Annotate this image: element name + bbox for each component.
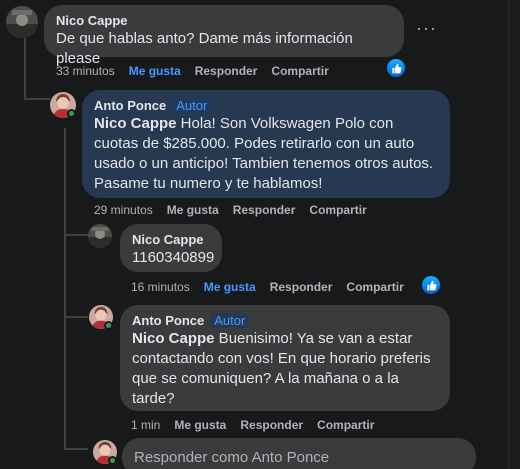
comment-actions: 33 minutos Me gusta Responder Compartir xyxy=(56,64,329,78)
thread-line xyxy=(64,448,88,450)
reply-input[interactable]: Responder como Anto Ponce xyxy=(122,438,476,469)
like-button[interactable]: Me gusta xyxy=(174,418,226,432)
comment-author[interactable]: Nico Cappe xyxy=(132,232,204,247)
share-button[interactable]: Compartir xyxy=(346,280,403,294)
comment-text: Nico Cappe Buenisimo! Ya se van a estar … xyxy=(132,329,438,409)
thread-line xyxy=(24,38,26,100)
thumbs-up-icon[interactable] xyxy=(387,59,405,77)
comment-actions: 29 minutos Me gusta Responder Compartir xyxy=(94,203,367,217)
comment-time[interactable]: 1 min xyxy=(131,418,160,432)
reply-button[interactable]: Responder xyxy=(240,418,303,432)
author-badge: Autor xyxy=(210,313,250,328)
scrollbar[interactable] xyxy=(508,0,520,469)
comment-time[interactable]: 33 minutos xyxy=(56,64,115,78)
comment-author[interactable]: Anto Ponce xyxy=(132,313,204,328)
thread-line xyxy=(64,316,88,318)
share-button[interactable]: Compartir xyxy=(317,418,374,432)
comment-text: 1160340899 xyxy=(132,249,215,266)
like-button[interactable]: Me gusta xyxy=(204,280,256,294)
comment-time[interactable]: 16 minutos xyxy=(131,280,190,294)
mention-link[interactable]: Nico Cappe xyxy=(132,330,215,347)
comment-text: Nico Cappe Hola! Son Volkswagen Polo con… xyxy=(94,114,438,194)
comment-bubble: Nico Cappe De que hablas anto? Dame más … xyxy=(44,5,404,67)
online-status-indicator xyxy=(67,109,76,118)
like-button[interactable]: Me gusta xyxy=(129,64,181,78)
reply-button[interactable]: Responder xyxy=(233,203,296,217)
thumbs-up-icon[interactable] xyxy=(422,276,440,294)
comment-text: De que hablas anto? Dame más información… xyxy=(56,30,353,67)
online-status-indicator xyxy=(108,456,117,465)
mention-link[interactable]: Nico Cappe xyxy=(94,115,177,132)
avatar[interactable] xyxy=(88,224,112,248)
author-badge: Autor xyxy=(172,98,212,113)
share-button[interactable]: Compartir xyxy=(271,64,328,78)
comment-author[interactable]: Nico Cappe xyxy=(56,13,128,28)
comment-time[interactable]: 29 minutos xyxy=(94,203,153,217)
comment-bubble: Anto Ponce Autor Nico Cappe Hola! Son Vo… xyxy=(82,90,450,198)
comment-author[interactable]: Anto Ponce xyxy=(94,98,166,113)
reply-button[interactable]: Responder xyxy=(270,280,333,294)
thread-line xyxy=(64,234,88,236)
like-button[interactable]: Me gusta xyxy=(167,203,219,217)
thread-line xyxy=(64,128,66,450)
more-options-icon[interactable]: ··· xyxy=(416,18,437,39)
avatar[interactable] xyxy=(6,6,38,38)
comment-actions: 16 minutos Me gusta Responder Compartir xyxy=(131,280,404,294)
online-status-indicator xyxy=(104,321,113,330)
comment-actions: 1 min Me gusta Responder Compartir xyxy=(131,418,374,432)
reply-button[interactable]: Responder xyxy=(195,64,258,78)
reply-placeholder: Responder como Anto Ponce xyxy=(134,448,330,466)
share-button[interactable]: Compartir xyxy=(309,203,366,217)
comment-bubble: Nico Cappe 1160340899 xyxy=(120,224,222,272)
comment-bubble: Anto Ponce Autor Nico Cappe Buenisimo! Y… xyxy=(120,305,450,411)
thread-line xyxy=(24,98,50,100)
